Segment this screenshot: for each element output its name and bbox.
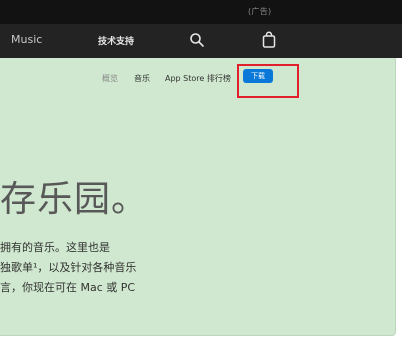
body-text-line: 独歌单¹，以及针对各种音乐 bbox=[0, 261, 137, 274]
browser-viewport: (广告) Music 技术支持 概览 音乐 App Store 排行榜 下载 存… bbox=[0, 0, 402, 341]
search-icon[interactable] bbox=[189, 32, 205, 48]
bag-icon[interactable] bbox=[261, 31, 277, 49]
ad-label: (广告) bbox=[248, 7, 272, 16]
body-text-line: 言，你现在可在 Mac 或 PC bbox=[0, 281, 136, 294]
subnav-overview-link[interactable]: 概览 bbox=[102, 73, 118, 84]
highlight-annotation bbox=[237, 64, 299, 98]
global-nav: Music 技术支持 bbox=[0, 24, 402, 58]
top-bar: (广告) Music 技术支持 bbox=[0, 0, 402, 58]
body-text-line: 拥有的音乐。这里也是 bbox=[0, 241, 110, 254]
bottom-margin bbox=[0, 336, 402, 341]
subnav-charts-link[interactable]: App Store 排行榜 bbox=[165, 73, 231, 84]
nav-music-link[interactable]: Music bbox=[11, 33, 42, 46]
page-headline: 存乐园。 bbox=[0, 179, 149, 220]
subnav-music-link[interactable]: 音乐 bbox=[134, 73, 150, 84]
nav-support-link[interactable]: 技术支持 bbox=[98, 34, 134, 47]
